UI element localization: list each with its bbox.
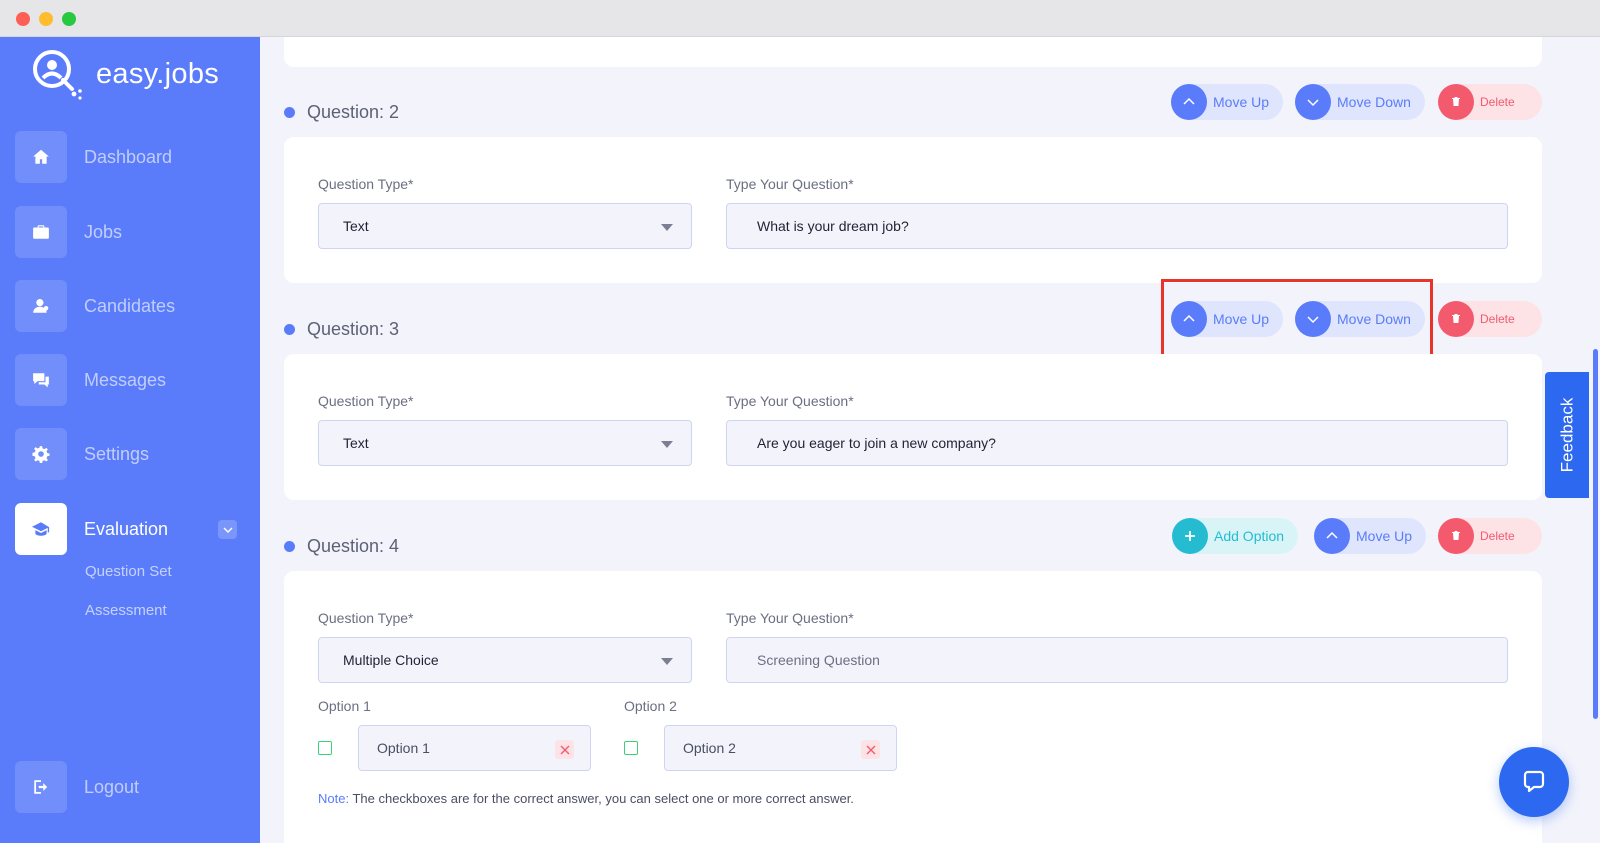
sidebar-item-jobs[interactable]: Jobs — [15, 206, 245, 258]
highlight-box — [1161, 279, 1433, 357]
option-1-input[interactable]: Option 1 — [358, 725, 591, 771]
question-title-text: Question: 4 — [307, 536, 400, 556]
sidebar-item-dashboard[interactable]: Dashboard — [15, 131, 245, 183]
question-2-move-up-button[interactable]: Move Up — [1171, 84, 1284, 120]
chat-icon — [15, 354, 67, 406]
question-2-type-select[interactable]: Text — [318, 203, 692, 249]
question-card-previous — [284, 37, 1542, 67]
bullet-icon — [284, 324, 295, 335]
question-title-text: Question: 2 — [307, 102, 400, 122]
chat-support-button[interactable] — [1499, 747, 1569, 817]
option-2-input[interactable]: Option 2 — [664, 725, 897, 771]
sidebar-item-evaluation[interactable]: Evaluation — [15, 503, 245, 555]
chevron-up-icon — [1314, 518, 1350, 554]
question-3-type-select[interactable]: Text — [318, 420, 692, 466]
minimize-window-button[interactable] — [39, 12, 53, 26]
correct-answer-note: Note: The checkboxes are for the correct… — [318, 791, 854, 806]
question-2-text-input[interactable]: What is your dream job? — [726, 203, 1508, 249]
question-type-label: Question Type* — [318, 393, 414, 409]
sidebar-subitem-assessment[interactable]: Assessment — [85, 602, 167, 619]
option-2-correct-checkbox[interactable] — [624, 741, 638, 755]
sidebar-item-logout[interactable]: Logout — [15, 761, 245, 813]
trash-icon — [1438, 301, 1474, 337]
bullet-icon — [284, 107, 295, 118]
easyjobs-logo-icon — [33, 50, 82, 100]
user-icon — [15, 280, 67, 332]
option-2-label: Option 2 — [624, 698, 677, 714]
option-1-label: Option 1 — [318, 698, 371, 714]
question-3-text-input[interactable]: Are you eager to join a new company? — [726, 420, 1508, 466]
question-3-title: Question: 3 — [284, 319, 399, 340]
question-type-label: Question Type* — [318, 176, 414, 192]
question-title-text: Question: 3 — [307, 319, 400, 339]
graduation-cap-icon — [15, 503, 67, 555]
sidebar-item-label: Logout — [84, 776, 140, 797]
question-4-text-input[interactable]: Screening Question — [726, 637, 1508, 683]
question-3-delete-button[interactable]: Delete — [1438, 301, 1542, 337]
caret-down-icon — [661, 224, 673, 231]
bullet-icon — [284, 541, 295, 552]
chevron-down-icon — [1295, 84, 1331, 120]
remove-option-2-icon[interactable] — [861, 740, 880, 759]
sidebar-item-label: Candidates — [84, 295, 176, 316]
logout-icon — [15, 761, 67, 813]
question-4-add-option-button[interactable]: Add Option — [1172, 518, 1299, 554]
maximize-window-button[interactable] — [62, 12, 76, 26]
sidebar-item-settings[interactable]: Settings — [15, 428, 245, 480]
question-3-card: Question Type* Type Your Question* Text … — [284, 354, 1542, 500]
chevron-up-icon — [1171, 84, 1207, 120]
question-type-label: Question Type* — [318, 610, 414, 626]
sidebar-item-label: Settings — [84, 443, 150, 464]
question-4-type-select[interactable]: Multiple Choice — [318, 637, 692, 683]
chat-bubble-icon — [1523, 770, 1545, 793]
question-text-label: Type Your Question* — [726, 393, 854, 409]
sidebar-item-label: Jobs — [84, 221, 123, 242]
sidebar: easy.jobs Dashboard Jobs Candidates Mess… — [0, 37, 260, 843]
caret-down-icon — [661, 658, 673, 665]
sidebar-item-label: Dashboard — [84, 146, 173, 167]
main-content: Question: 2 Move Up Move Down Delete Que… — [260, 37, 1600, 843]
question-text-label: Type Your Question* — [726, 610, 854, 626]
sidebar-item-label: Evaluation — [84, 518, 169, 539]
brand-name: easy.jobs — [96, 57, 220, 90]
trash-icon — [1438, 518, 1474, 554]
question-2-title: Question: 2 — [284, 102, 399, 123]
briefcase-icon — [15, 206, 67, 258]
question-4-move-up-button[interactable]: Move Up — [1314, 518, 1427, 554]
caret-down-icon — [661, 441, 673, 448]
remove-option-1-icon[interactable] — [555, 740, 574, 759]
close-window-button[interactable] — [16, 12, 30, 26]
scrollbar[interactable] — [1590, 37, 1600, 843]
question-4-card: Question Type* Type Your Question* Multi… — [284, 571, 1542, 843]
window-titlebar — [0, 0, 1600, 37]
question-text-label: Type Your Question* — [726, 176, 854, 192]
question-4-title: Question: 4 — [284, 536, 399, 557]
scrollbar-thumb[interactable] — [1593, 349, 1598, 719]
sidebar-item-label: Messages — [84, 369, 167, 390]
question-2-card: Question Type* Type Your Question* Text … — [284, 137, 1542, 283]
feedback-tab[interactable]: Feedback — [1545, 372, 1589, 498]
sidebar-item-messages[interactable]: Messages — [15, 354, 245, 406]
question-4-delete-button[interactable]: Delete — [1438, 518, 1542, 554]
trash-icon — [1438, 84, 1474, 120]
sidebar-item-candidates[interactable]: Candidates — [15, 280, 245, 332]
question-2-move-down-button[interactable]: Move Down — [1295, 84, 1425, 120]
gear-icon — [15, 428, 67, 480]
sidebar-subitem-question-set[interactable]: Question Set — [85, 563, 172, 580]
question-2-delete-button[interactable]: Delete — [1438, 84, 1542, 120]
option-1-correct-checkbox[interactable] — [318, 741, 332, 755]
home-icon — [15, 131, 67, 183]
brand-logo[interactable]: easy.jobs — [30, 47, 219, 101]
chevron-down-icon[interactable] — [218, 520, 237, 539]
plus-icon — [1172, 518, 1208, 554]
